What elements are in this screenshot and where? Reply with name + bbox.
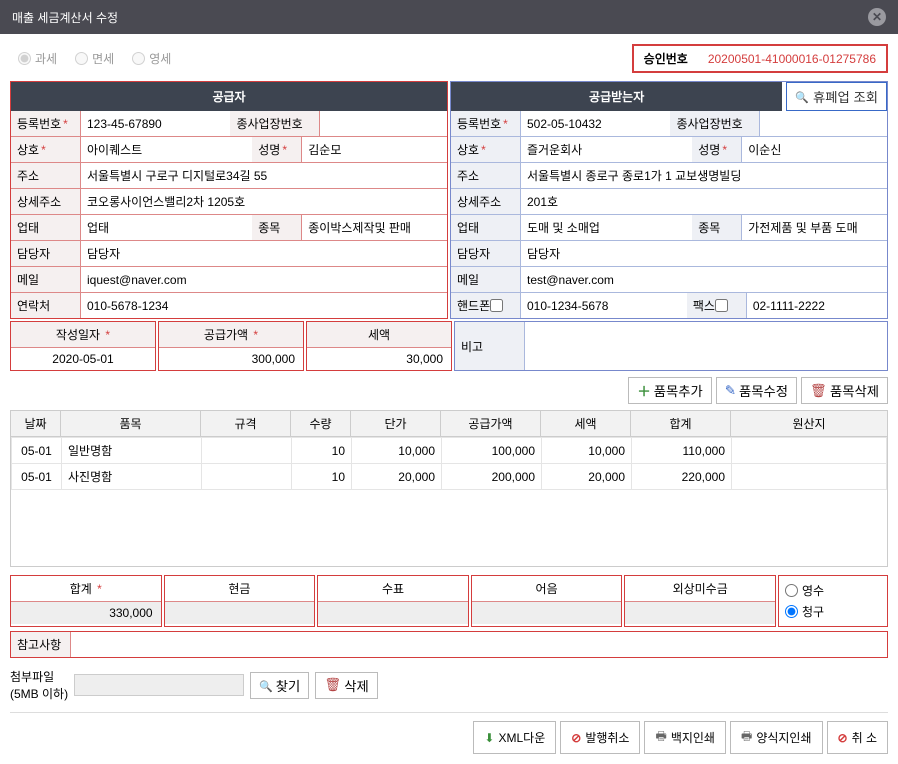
attach-label: 첨부파일(5MB 이하) <box>10 668 68 702</box>
print-form-button[interactable]: 🖶양식지인쇄 <box>730 721 823 754</box>
supplier-biz-item[interactable]: 종이박스제작및 판매 <box>302 215 447 240</box>
download-icon: ⬇ <box>484 731 494 745</box>
print-icon: 🖶 <box>655 727 666 748</box>
buyer-addr2[interactable]: 201호 <box>521 189 887 214</box>
supplier-company[interactable]: 아이퀘스트 <box>81 137 252 162</box>
cancel-button[interactable]: ⊘취 소 <box>827 721 888 754</box>
table-row[interactable]: 05-01일반명함1010,000100,00010,000110,000 <box>12 438 887 464</box>
print-icon: 🖶 <box>741 727 752 748</box>
supplier-panel: 공급자 등록번호* 123-45-67890 종사업장번호 상호* 아이퀘스트 … <box>10 81 448 319</box>
supplier-phone[interactable]: 010-5678-1234 <box>81 293 447 318</box>
total-note[interactable] <box>472 602 622 624</box>
total-cash[interactable] <box>165 602 315 624</box>
note-field[interactable] <box>525 322 887 370</box>
buyer-mgr[interactable]: 담당자 <box>521 241 887 266</box>
tax-type-group: 과세 면세 영세 <box>10 50 171 67</box>
plus-icon: ＋ <box>637 381 650 400</box>
edit-icon: ✎ <box>725 383 736 399</box>
reference-field[interactable] <box>71 632 887 657</box>
supplier-reg-no[interactable]: 123-45-67890 <box>81 111 230 136</box>
supplier-header: 공급자 <box>11 82 447 111</box>
buyer-header: 공급받는자 <box>451 82 782 111</box>
search-icon <box>259 678 273 693</box>
supplier-addr2[interactable]: 코오롱사이언스밸리2차 1205호 <box>81 189 447 214</box>
print-blank-button[interactable]: 🖶백지인쇄 <box>644 721 726 754</box>
approval-value: 20200501-41000016-01275786 <box>698 48 886 70</box>
supplier-sub-biz[interactable] <box>320 111 447 136</box>
supplier-mgr[interactable]: 담당자 <box>81 241 447 266</box>
buyer-addr[interactable]: 서울특별시 종로구 종로1가 1 교보생명빌딩 <box>521 163 887 188</box>
supplier-biz-type[interactable]: 업태 <box>81 215 252 240</box>
write-date[interactable]: 2020-05-01 <box>11 348 155 370</box>
receipt-opt-receipt[interactable]: 영수 <box>783 580 883 601</box>
total-check[interactable] <box>318 602 468 624</box>
tax-type-taxable[interactable]: 과세 <box>18 50 57 67</box>
total-sum: 330,000 <box>11 602 161 624</box>
edit-item-button[interactable]: ✎품목수정 <box>716 377 797 404</box>
buyer-fax[interactable]: 02-1111-2222 <box>747 293 887 318</box>
cancel-icon: ⊘ <box>838 731 848 745</box>
item-table: 날짜 품목 규격 수량 단가 공급가액 세액 합계 원산지 <box>10 410 888 437</box>
supplier-ceo[interactable]: 김순모 <box>302 137 447 162</box>
add-item-button[interactable]: ＋품목추가 <box>628 377 711 404</box>
supplier-email[interactable]: iquest@naver.com <box>81 267 447 292</box>
delete-item-button[interactable]: 🗑품목삭제 <box>801 377 888 404</box>
trash-icon: 🗑 <box>810 383 827 399</box>
buyer-mobile-check[interactable] <box>490 299 503 312</box>
buyer-biz-type[interactable]: 도매 및 소매업 <box>521 215 692 240</box>
buyer-sub-biz[interactable] <box>760 111 887 136</box>
receipt-type-box: 영수 청구 <box>778 575 888 627</box>
buyer-reg-no[interactable]: 502-05-10432 <box>521 111 670 136</box>
find-file-button[interactable]: 찾기 <box>250 672 309 699</box>
tax-type-zero[interactable]: 영세 <box>132 50 171 67</box>
buyer-mobile[interactable]: 010-1234-5678 <box>521 293 687 318</box>
window-title: 매출 세금계산서 수정 <box>12 9 118 26</box>
delete-file-button[interactable]: 🗑삭제 <box>315 672 377 699</box>
approval-number-box: 승인번호 20200501-41000016-01275786 <box>632 44 888 73</box>
attach-input[interactable] <box>74 674 244 696</box>
supplier-addr[interactable]: 서울특별시 구로구 디지털로34길 55 <box>81 163 447 188</box>
table-row[interactable]: 05-01사진명함1020,000200,00020,000220,000 <box>12 464 887 490</box>
cancel-issue-button[interactable]: ⊘발행취소 <box>560 721 640 754</box>
biz-status-check-button[interactable]: 휴폐업 조회 <box>786 82 887 111</box>
approval-label: 승인번호 <box>634 46 698 71</box>
buyer-biz-item[interactable]: 가전제품 및 부품 도매 <box>742 215 887 240</box>
buyer-ceo[interactable]: 이순신 <box>742 137 887 162</box>
total-credit[interactable] <box>625 602 775 624</box>
tax-type-exempt[interactable]: 면세 <box>75 50 114 67</box>
buyer-email[interactable]: test@naver.com <box>521 267 887 292</box>
receipt-opt-bill[interactable]: 청구 <box>783 601 883 622</box>
titlebar: 매출 세금계산서 수정 ✕ <box>0 0 898 34</box>
trash-icon: 🗑 <box>324 677 341 693</box>
cancel-icon: ⊘ <box>571 731 581 745</box>
supply-amount: 300,000 <box>159 348 303 370</box>
buyer-panel: 공급받는자 휴폐업 조회 등록번호* 502-05-10432 종사업장번호 상… <box>450 81 888 319</box>
search-icon <box>795 89 809 104</box>
tax-amount: 30,000 <box>307 348 451 370</box>
close-icon[interactable]: ✕ <box>868 8 886 26</box>
buyer-company[interactable]: 즐거운회사 <box>521 137 692 162</box>
xml-download-button[interactable]: ⬇XML다운 <box>473 721 556 754</box>
buyer-fax-check[interactable] <box>715 299 728 312</box>
